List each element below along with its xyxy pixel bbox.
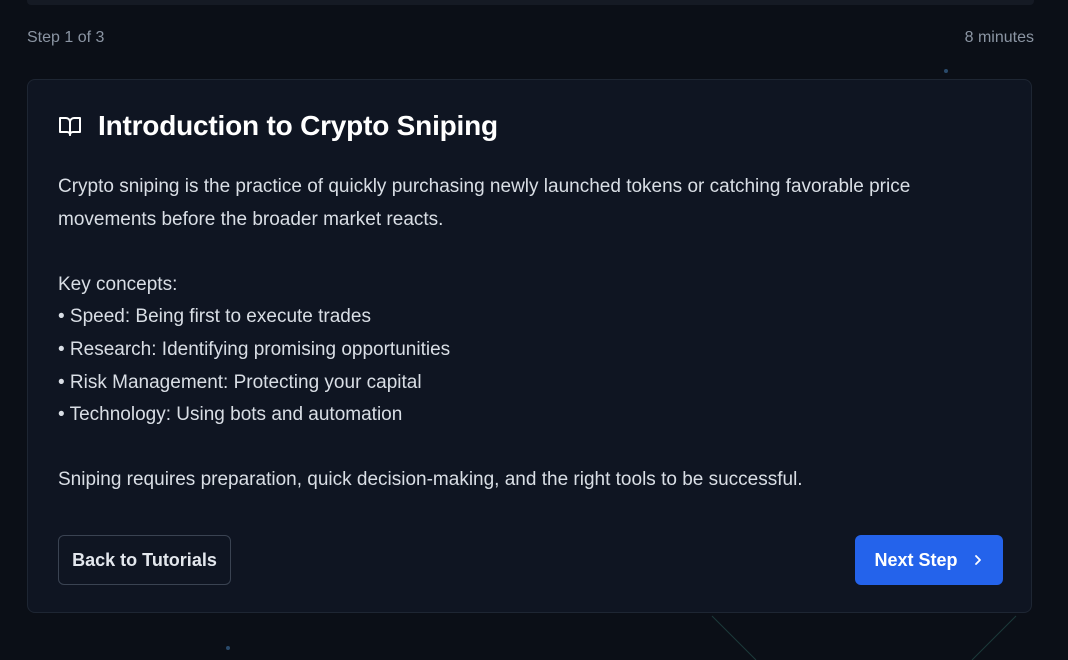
lesson-closing: Sniping requires preparation, quick deci… xyxy=(58,469,803,491)
concepts-list: • Speed: Being first to execute trades •… xyxy=(58,301,998,431)
lesson-header: Introduction to Crypto Sniping xyxy=(58,110,498,142)
lesson-title: Introduction to Crypto Sniping xyxy=(98,110,498,141)
book-open-icon xyxy=(58,114,82,138)
next-button-label: Next Step xyxy=(874,549,958,570)
lesson-intro: Crypto sniping is the practice of quickl… xyxy=(58,176,911,230)
step-indicator: Step 1 of 3 xyxy=(27,29,105,46)
concepts-heading: Key concepts: xyxy=(58,273,178,295)
next-step-button[interactable]: Next Step xyxy=(855,535,1003,585)
lesson-card: Introduction to Crypto Sniping Crypto sn… xyxy=(27,79,1032,613)
back-to-tutorials-button[interactable]: Back to Tutorials xyxy=(58,535,231,585)
list-item: • Research: Identifying promising opport… xyxy=(58,338,451,360)
list-item: • Speed: Being first to execute trades xyxy=(58,306,371,328)
list-item: • Technology: Using bots and automation xyxy=(58,404,403,426)
lesson-content: Crypto sniping is the practice of quickl… xyxy=(58,171,998,497)
list-item: • Risk Management: Protecting your capit… xyxy=(58,371,422,393)
back-button-label: Back to Tutorials xyxy=(72,549,217,570)
progress-row: Step 1 of 3 8 minutes xyxy=(27,28,1034,48)
chevron-right-icon xyxy=(972,554,984,566)
duration-label: 8 minutes xyxy=(964,29,1034,46)
